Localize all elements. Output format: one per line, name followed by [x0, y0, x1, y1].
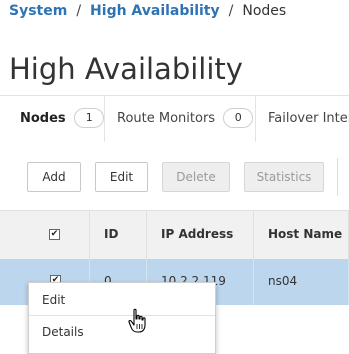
page-title: High Availability [9, 52, 243, 87]
context-menu-divider [29, 315, 215, 316]
tab-failover-interfaces-label: Failover Interfa [268, 111, 349, 126]
delete-button[interactable]: Delete [162, 162, 230, 192]
tab-route-monitors[interactable]: Route Monitors 0 [105, 96, 256, 142]
column-header-host-name[interactable]: Host Name [254, 211, 349, 259]
tab-route-monitors-count-badge: 0 [223, 107, 254, 128]
column-header-id[interactable]: ID [90, 211, 147, 259]
select-all-cell: ✔ [0, 211, 90, 259]
select-all-checkbox[interactable]: ✔ [49, 229, 60, 240]
statistics-button[interactable]: Statistics [244, 162, 324, 192]
context-menu-edit[interactable]: Edit [29, 285, 215, 315]
column-header-ip-address[interactable]: IP Address [147, 211, 254, 259]
tab-nodes-count-badge: 1 [74, 107, 105, 128]
breadcrumb-current-nodes: Nodes [242, 3, 287, 19]
context-menu: Edit Details [28, 282, 216, 354]
tab-failover-interfaces[interactable]: Failover Interfa [256, 96, 349, 142]
tab-nodes-label: Nodes [20, 111, 66, 126]
hand-cursor-icon [128, 308, 146, 333]
add-button[interactable]: Add [27, 162, 81, 192]
tab-nodes[interactable]: Nodes 1 [0, 96, 105, 142]
breadcrumb: System / High Availability / Nodes [9, 3, 286, 19]
breadcrumb-system-link[interactable]: System [9, 3, 67, 19]
cell-host-name: ns04 [254, 259, 349, 305]
toolbar: Add Edit Delete Statistics [0, 142, 349, 210]
table-header: ✔ ID IP Address Host Name [0, 210, 349, 260]
tab-bar: Nodes 1 Route Monitors 0 Failover Interf… [0, 95, 349, 143]
tab-route-monitors-label: Route Monitors [117, 111, 216, 126]
breadcrumb-separator: / [76, 3, 82, 19]
context-menu-details[interactable]: Details [29, 317, 215, 347]
edit-button[interactable]: Edit [95, 162, 148, 192]
breadcrumb-separator: / [228, 3, 234, 19]
toolbar-divider [337, 158, 338, 196]
breadcrumb-high-availability-link[interactable]: High Availability [90, 3, 220, 19]
